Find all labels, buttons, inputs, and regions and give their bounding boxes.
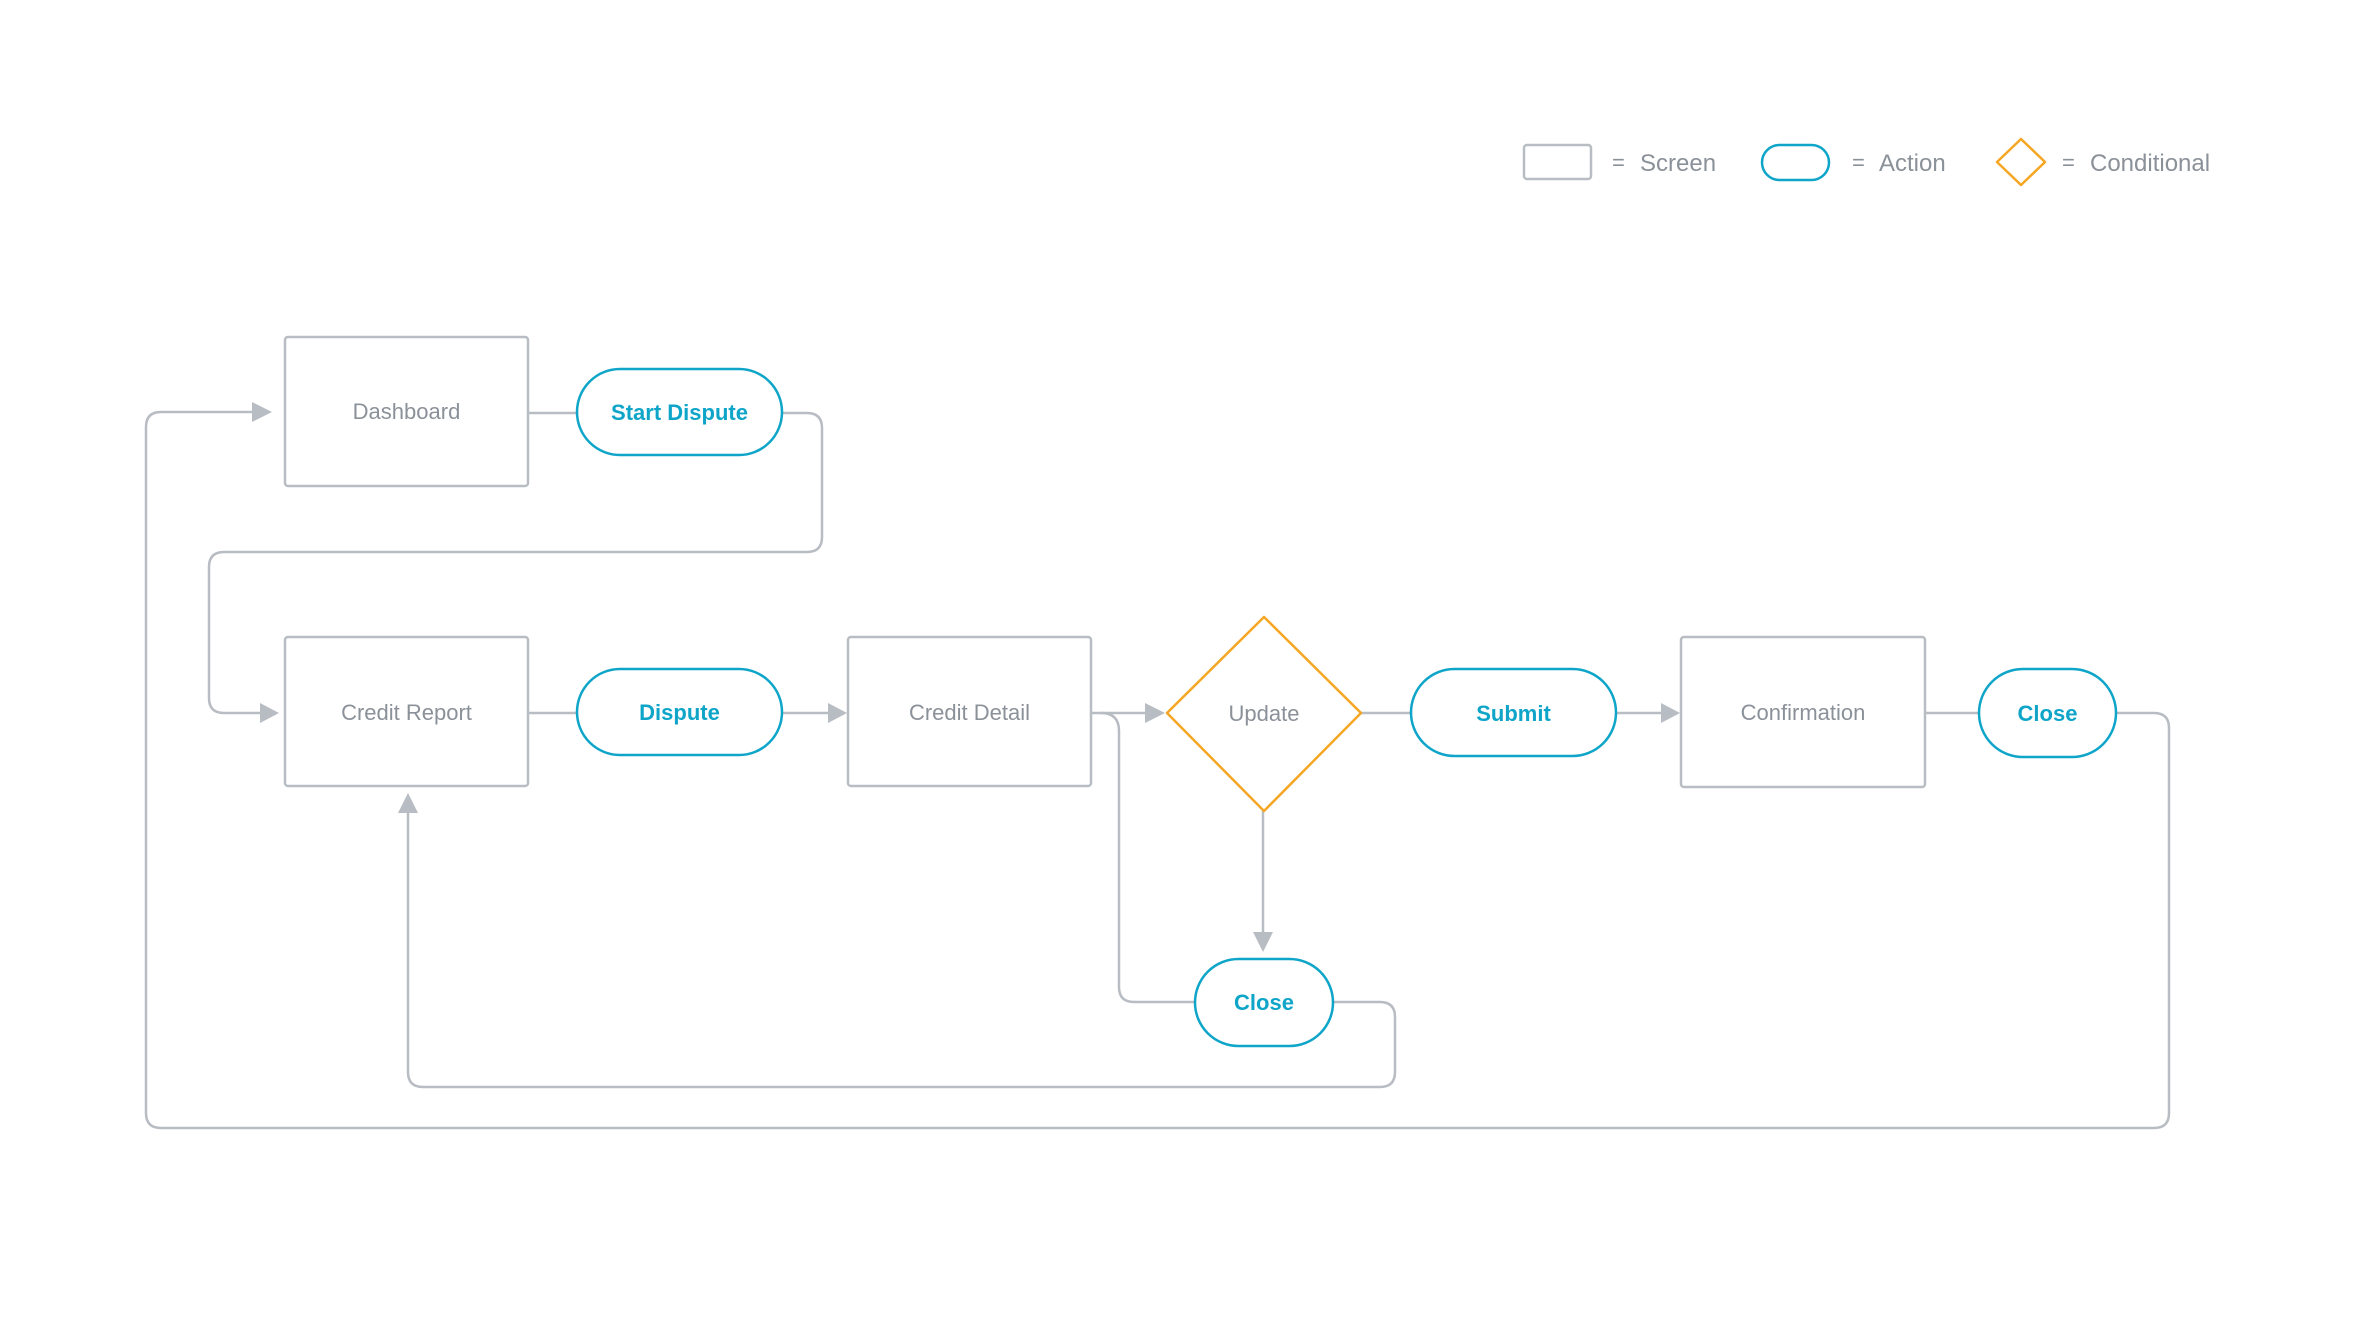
node-dashboard[interactable]: Dashboard	[283, 335, 530, 488]
legend-item-conditional: = Conditional	[1995, 137, 2210, 187]
node-label: Credit Detail	[909, 700, 1030, 725]
legend-equals: =	[2062, 150, 2075, 175]
legend-screen-label: Screen	[1640, 150, 1716, 177]
arrow-icon	[828, 703, 847, 723]
node-label: Close	[2018, 701, 2078, 726]
node-start-dispute[interactable]: Start Dispute	[575, 367, 784, 457]
arrow-icon	[260, 703, 279, 723]
legend-action-swatch	[1760, 143, 1831, 182]
node-label: Dashboard	[353, 399, 461, 424]
node-dispute[interactable]: Dispute	[575, 667, 784, 757]
legend-screen-swatch	[1522, 143, 1593, 181]
node-credit-report[interactable]: Credit Report	[283, 635, 530, 788]
node-label: Confirmation	[1741, 700, 1866, 725]
arrow-icon	[398, 793, 418, 813]
legend: = Screen = Action = Conditional	[1522, 137, 2210, 187]
node-label: Close	[1234, 990, 1294, 1015]
node-credit-detail[interactable]: Credit Detail	[846, 635, 1093, 788]
legend-equals: =	[1852, 150, 1865, 175]
arrow-icon	[1145, 703, 1165, 723]
legend-equals: =	[1612, 150, 1625, 175]
legend-conditional-swatch	[1995, 137, 2047, 187]
legend-item-action: = Action	[1760, 143, 1946, 182]
node-close-update[interactable]: Close	[1193, 957, 1335, 1048]
node-label: Start Dispute	[611, 400, 748, 425]
legend-conditional-label: Conditional	[2090, 150, 2210, 177]
flow-diagram: = Screen = Action = Conditional Dashboar…	[144, 137, 2210, 1130]
node-update[interactable]: Update	[1165, 615, 1363, 813]
node-label: Update	[1229, 701, 1300, 726]
edge-credit-detail-to-close	[1099, 711, 1197, 1004]
arrow-icon	[252, 402, 272, 422]
node-confirmation[interactable]: Confirmation	[1679, 635, 1927, 789]
node-label: Credit Report	[341, 700, 472, 725]
legend-item-screen: = Screen	[1522, 143, 1716, 181]
node-close-confirmation[interactable]: Close	[1977, 667, 2118, 759]
node-label: Submit	[1476, 701, 1551, 726]
arrow-icon	[1661, 703, 1680, 723]
node-label: Dispute	[639, 700, 720, 725]
legend-action-label: Action	[1879, 150, 1946, 177]
node-submit[interactable]: Submit	[1409, 667, 1618, 758]
arrow-icon	[1253, 932, 1273, 952]
